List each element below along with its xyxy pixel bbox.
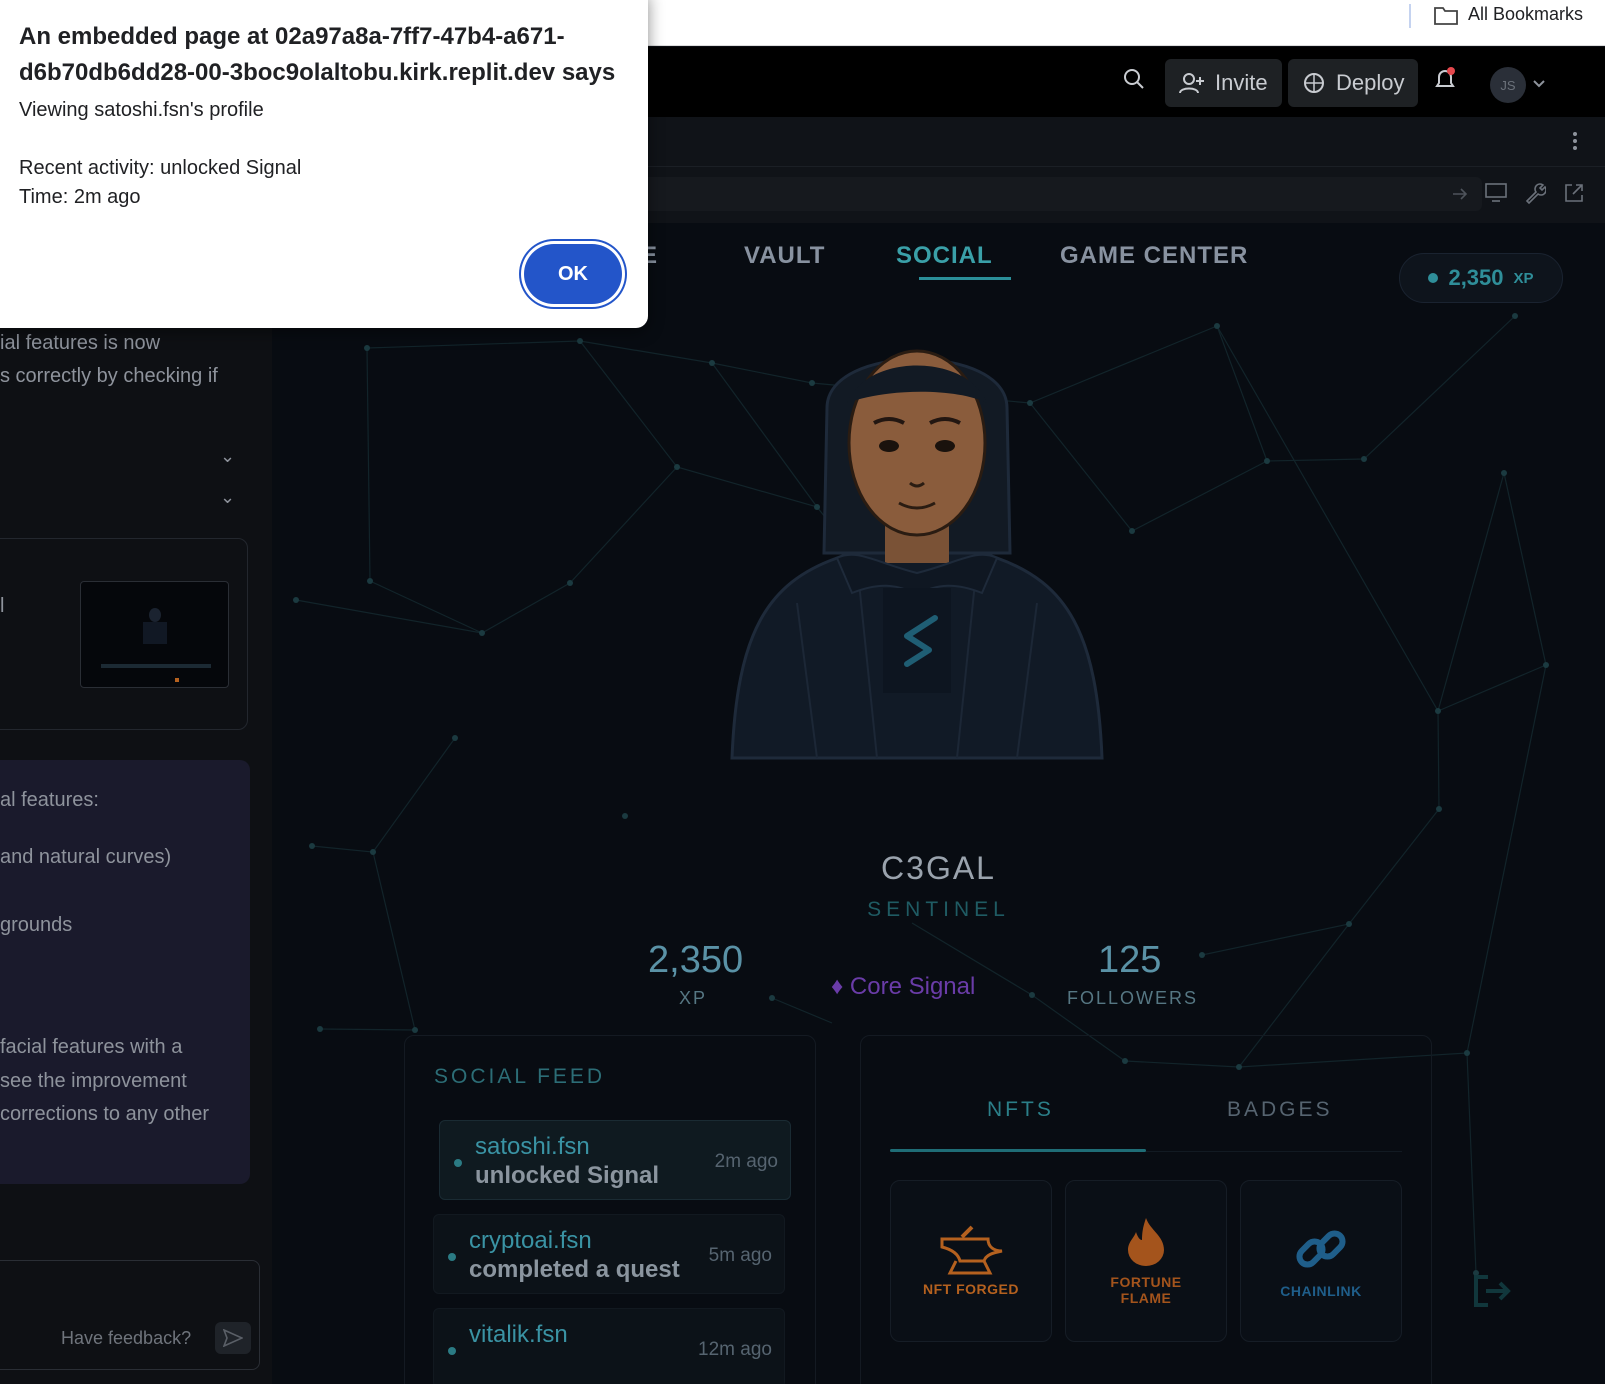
more-options-icon[interactable] — [1572, 131, 1578, 151]
xp-stat-label: XP — [679, 988, 708, 1008]
send-icon — [223, 1329, 243, 1347]
chat-text-line: and natural curves) — [0, 846, 172, 868]
anvil-icon — [940, 1225, 1003, 1275]
deploy-icon — [1304, 73, 1324, 93]
alert-line: Viewing satoshi.fsn's profile — [19, 99, 264, 121]
followers-label: FOLLOWERS — [1067, 988, 1199, 1008]
ok-button[interactable]: OK — [524, 244, 622, 304]
chat-text-line: see the improvement — [0, 1070, 187, 1092]
xp-unit: XP — [1513, 269, 1534, 287]
alert-line: Time: 2m ago — [19, 186, 141, 208]
nft-card[interactable]: FORTUNE FLAME — [1065, 1180, 1227, 1342]
feed-dot-icon — [454, 1159, 462, 1167]
all-bookmarks-button[interactable]: All Bookmarks — [1434, 4, 1583, 25]
fusion-app: ME VAULT SOCIAL GAME CENTER 2,350 XP — [272, 223, 1605, 1384]
alert-message: Viewing satoshi.fsn's profile Recent act… — [19, 96, 301, 212]
xp-stat-value: 2,350 — [648, 939, 744, 981]
invite-label: Invite — [1215, 70, 1268, 95]
chain-link-icon — [1296, 1230, 1346, 1268]
chevron-down-icon[interactable]: ⌄ — [220, 487, 235, 508]
arrow-right-icon[interactable] — [1452, 187, 1468, 201]
chevron-down-icon[interactable] — [1532, 79, 1546, 89]
feedback-link[interactable]: Have feedback? — [61, 1328, 191, 1349]
logout-icon[interactable] — [1472, 1273, 1512, 1309]
alert-title: An embedded page at 02a97a8a-7ff7-47b4-a… — [19, 23, 616, 86]
nav-active-indicator — [919, 277, 1011, 280]
nft-label: FORTUNE FLAME — [1110, 1274, 1182, 1306]
wrench-icon[interactable] — [1524, 182, 1546, 204]
external-link-icon[interactable] — [1563, 182, 1585, 204]
avatar[interactable]: JS — [1490, 67, 1526, 103]
feed-user[interactable]: vitalik.fsn — [469, 1321, 568, 1349]
feed-item[interactable]: vitalik.fsn 12m ago — [433, 1308, 785, 1384]
followers-value: 125 — [1098, 939, 1162, 981]
character-avatar — [730, 349, 1104, 760]
preview-thumbnail[interactable] — [80, 581, 229, 688]
deploy-button[interactable]: Deploy — [1288, 59, 1419, 107]
bookmarks-separator — [1409, 4, 1411, 28]
chat-text-line: s correctly by checking if — [0, 365, 218, 387]
chat-text-line: al features: — [0, 789, 99, 811]
bell-icon[interactable] — [1432, 67, 1458, 93]
avatar-initials: JS — [1500, 77, 1516, 93]
feed-action: completed a quest — [469, 1256, 680, 1283]
feed-dot-icon — [448, 1253, 456, 1261]
feed-time: 2m ago — [714, 1151, 778, 1172]
tab-badges[interactable]: BADGES — [1227, 1098, 1333, 1122]
tier-badge: ♦ Core Signal — [831, 973, 975, 1001]
social-feed-title: SOCIAL FEED — [434, 1065, 606, 1088]
checkpoint-text: l — [0, 595, 5, 617]
chevron-down-icon[interactable]: ⌄ — [220, 446, 235, 467]
chat-text-line: grounds — [0, 914, 73, 936]
folder-icon — [1434, 6, 1458, 25]
xp-badge: 2,350 XP — [1399, 253, 1563, 303]
feed-user[interactable]: cryptoai.fsn — [469, 1227, 592, 1255]
diamond-icon: ♦ — [831, 973, 844, 1000]
nft-card[interactable]: CHAINLINK — [1240, 1180, 1402, 1342]
profile-role: SENTINEL — [867, 898, 1010, 921]
xp-value: 2,350 — [1448, 265, 1504, 290]
monitor-icon[interactable] — [1485, 183, 1507, 203]
profile-name: C3GAL — [881, 850, 996, 886]
chat-text-line: facial features with a — [0, 1036, 183, 1058]
feed-item[interactable]: cryptoai.fsn completed a quest 5m ago — [433, 1214, 785, 1294]
feed-time: 5m ago — [708, 1245, 772, 1266]
nft-label: CHAINLINK — [1280, 1283, 1362, 1299]
alert-dialog: An embedded page at 02a97a8a-7ff7-47b4-a… — [0, 0, 648, 328]
feed-user[interactable]: satoshi.fsn — [475, 1133, 590, 1161]
nft-label: NFT FORGED — [923, 1281, 1019, 1297]
deploy-label: Deploy — [1336, 70, 1405, 95]
tab-active-indicator — [890, 1149, 1146, 1152]
all-bookmarks-label: All Bookmarks — [1468, 4, 1584, 24]
chat-text-line: corrections to any other — [0, 1103, 209, 1125]
add-user-icon — [1179, 73, 1204, 94]
chat-text-line: ial features is now — [0, 332, 161, 354]
nav-tab-vault[interactable]: VAULT — [744, 242, 825, 270]
tab-nfts[interactable]: NFTS — [987, 1098, 1054, 1122]
flame-icon — [1128, 1218, 1164, 1266]
alert-line: Recent activity: unlocked Signal — [19, 157, 302, 179]
nav-tab-social[interactable]: SOCIAL — [896, 242, 993, 270]
xp-dot-icon — [1428, 273, 1439, 283]
nav-tab-game-center[interactable]: GAME CENTER — [1060, 242, 1248, 270]
feed-action: unlocked Signal — [475, 1162, 660, 1189]
tier-label: Core Signal — [849, 973, 976, 1000]
nft-card[interactable]: NFT FORGED — [890, 1180, 1052, 1342]
invite-button[interactable]: Invite — [1165, 59, 1282, 107]
feed-time: 12m ago — [698, 1339, 772, 1360]
feed-dot-icon — [448, 1347, 456, 1355]
search-icon[interactable] — [1122, 67, 1146, 91]
send-button[interactable] — [215, 1322, 251, 1354]
feed-item[interactable]: satoshi.fsn unlocked Signal 2m ago — [439, 1120, 791, 1200]
